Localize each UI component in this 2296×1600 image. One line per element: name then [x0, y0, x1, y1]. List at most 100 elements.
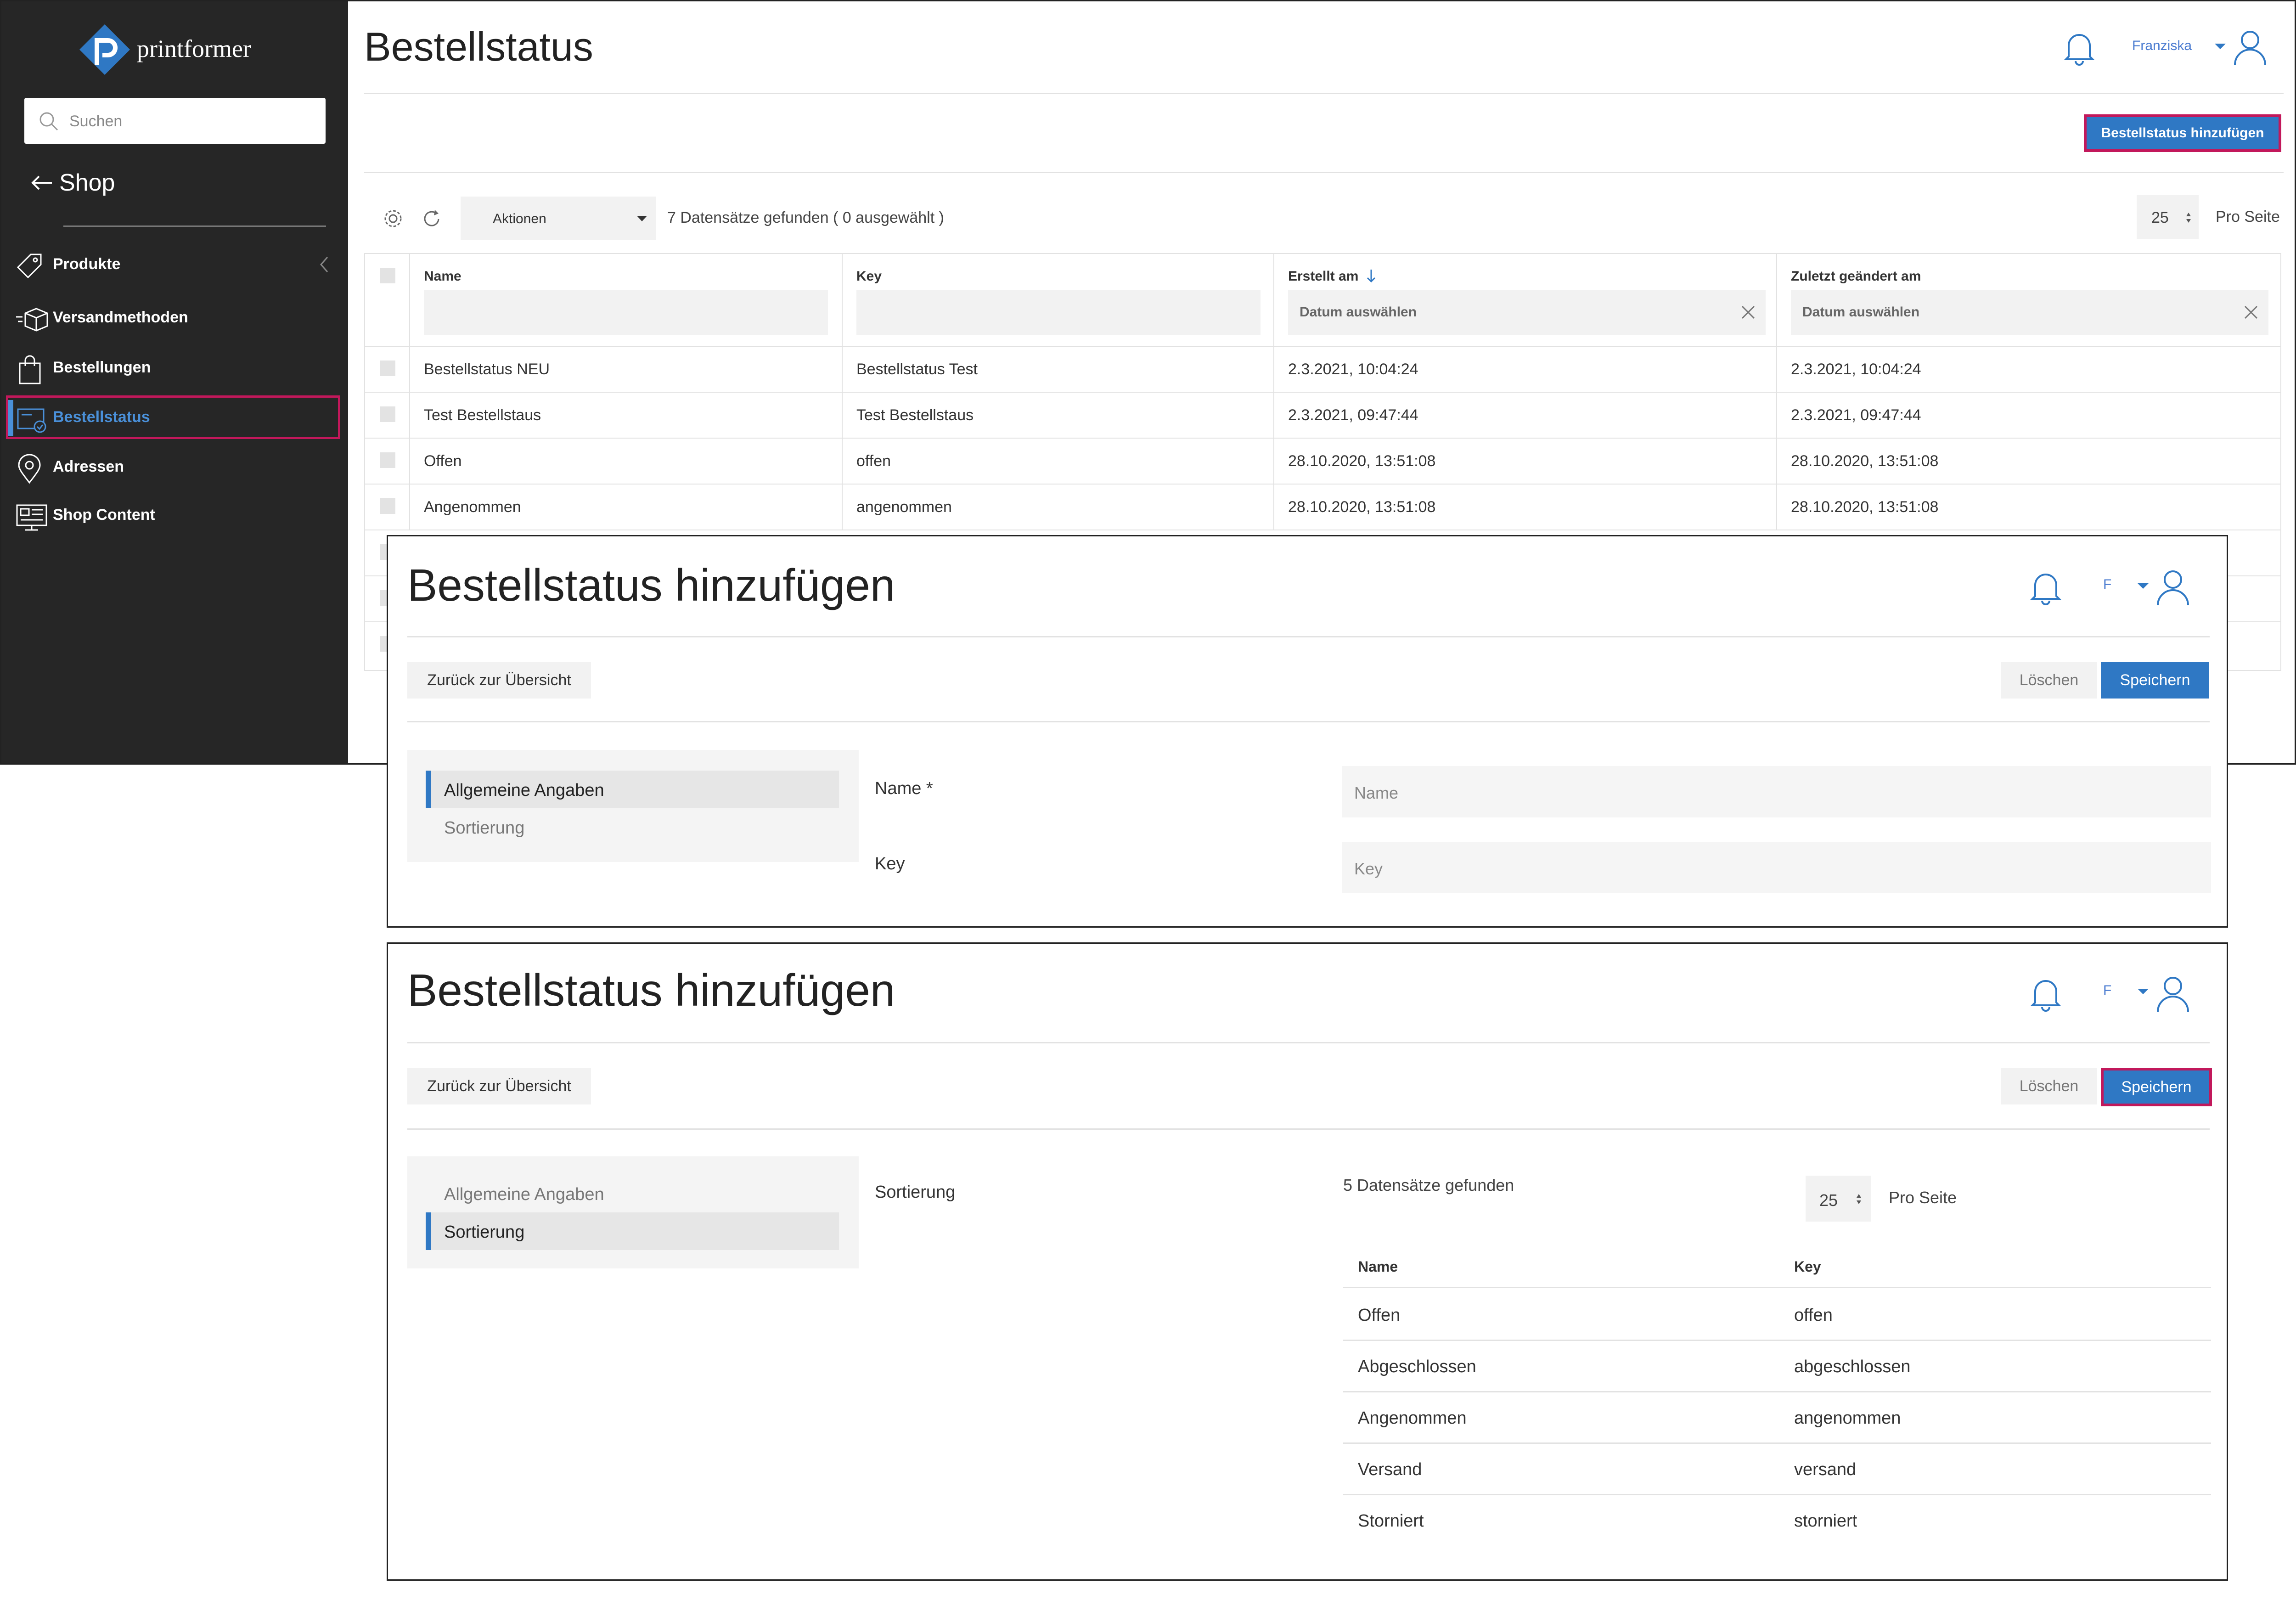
header-divider	[407, 636, 2210, 637]
created-date-filter[interactable]: Datum auswählen	[1288, 290, 1766, 335]
row-select-cell	[365, 347, 410, 392]
column-header-name: Name	[1358, 1258, 1398, 1275]
key-placeholder: Key	[1354, 859, 1383, 878]
name-input[interactable]: Name	[1342, 766, 2211, 817]
back-to-shop-label: Shop	[59, 169, 115, 196]
save-button[interactable]: Speichern	[2101, 662, 2209, 699]
user-initial[interactable]: F	[2103, 983, 2111, 998]
cell-text: 2.3.2021, 09:47:44	[1791, 406, 1921, 424]
section-tab-general[interactable]: Allgemeine Angaben	[426, 1175, 839, 1212]
back-to-shop-link[interactable]: Shop	[29, 169, 115, 197]
section-tab-sorting[interactable]: Sortierung	[426, 808, 839, 846]
bell-icon[interactable]	[2030, 975, 2062, 1012]
row-checkbox[interactable]	[380, 452, 395, 468]
column-header-key[interactable]: Key	[843, 254, 1274, 346]
section-tab-general[interactable]: Allgemeine Angaben	[426, 771, 839, 808]
bell-icon[interactable]	[2030, 569, 2062, 605]
sidebar-item-shop-content[interactable]: Shop Content	[1, 493, 348, 537]
back-to-overview-button[interactable]: Zurück zur Übersicht	[407, 1068, 591, 1104]
cell-modified: 28.10.2020, 13:51:08	[1777, 439, 2280, 484]
cell-key: versand	[1794, 1460, 1857, 1479]
column-label: Zuletzt geändert am	[1791, 269, 1921, 284]
cell-created: 28.10.2020, 13:51:08	[1274, 439, 1777, 484]
cell-text: Bestellstatus NEU	[424, 361, 550, 378]
row-checkbox[interactable]	[380, 498, 395, 514]
settings-gear-icon[interactable]	[382, 207, 405, 230]
table-row[interactable]: Storniert storniert	[1343, 1494, 2211, 1545]
table-row[interactable]: Test Bestellstaus Test Bestellstaus 2.3.…	[365, 392, 2280, 438]
per-page-value: 25	[1819, 1191, 1838, 1210]
modified-date-filter[interactable]: Datum auswählen	[1791, 290, 2268, 335]
row-select-cell	[365, 439, 410, 484]
date-placeholder: Datum auswählen	[1300, 304, 1417, 320]
key-filter-input[interactable]	[856, 290, 1261, 335]
row-checkbox[interactable]	[380, 361, 395, 376]
stepper-icon	[1857, 1194, 1861, 1204]
content-monitor-icon	[16, 504, 47, 531]
table-row[interactable]: Bestellstatus NEU Bestellstatus Test 2.3…	[365, 346, 2280, 392]
sidebar-item-label: Shop Content	[53, 506, 155, 524]
name-placeholder: Name	[1354, 783, 1399, 802]
location-pin-icon	[18, 454, 41, 484]
name-filter-input[interactable]	[424, 290, 828, 335]
table-row[interactable]: Angenommen angenommen	[1343, 1391, 2211, 1444]
user-initial[interactable]: F	[2103, 577, 2111, 592]
delete-button[interactable]: Löschen	[2001, 662, 2097, 699]
column-header-created[interactable]: Erstellt am Datum auswählen	[1274, 254, 1777, 346]
close-icon[interactable]	[1740, 304, 1756, 320]
section-tab-label: Allgemeine Angaben	[444, 781, 604, 800]
per-page-select[interactable]: 25	[1806, 1176, 1871, 1222]
tag-icon	[17, 254, 42, 279]
caret-down-icon[interactable]	[2214, 43, 2227, 50]
add-order-status-button[interactable]: Bestellstatus hinzufügen	[2084, 114, 2281, 152]
actions-dropdown[interactable]: Aktionen	[461, 197, 656, 240]
table-row[interactable]: Offen offen 28.10.2020, 13:51:08 28.10.2…	[365, 438, 2280, 484]
cell-text: 2.3.2021, 10:04:24	[1791, 361, 1921, 378]
per-page-value: 25	[2151, 209, 2169, 226]
column-header-name[interactable]: Name	[410, 254, 843, 346]
refresh-icon[interactable]	[420, 207, 443, 230]
save-button[interactable]: Speichern	[2101, 1068, 2212, 1106]
user-icon[interactable]	[2155, 975, 2191, 1013]
page-title: Bestellstatus hinzufügen	[407, 965, 895, 1015]
chevron-left-icon[interactable]	[318, 255, 329, 274]
cell-created: 2.3.2021, 10:04:24	[1274, 347, 1777, 392]
header-divider	[364, 93, 2284, 94]
user-icon[interactable]	[2232, 29, 2268, 66]
brand-name: printformer	[137, 35, 251, 62]
search-placeholder: Suchen	[69, 113, 123, 130]
back-to-overview-button[interactable]: Zurück zur Übersicht	[407, 662, 591, 699]
add-form-sorting-screenshot: Bestellstatus hinzufügen F Zurück zur Üb…	[387, 942, 2228, 1581]
toolbar-divider	[407, 1128, 2210, 1130]
sort-down-icon[interactable]	[1366, 269, 1376, 283]
row-select-cell	[365, 393, 410, 438]
row-checkbox[interactable]	[380, 406, 395, 422]
cell-key: offen	[843, 439, 1274, 484]
select-all-checkbox[interactable]	[380, 268, 395, 283]
table-row[interactable]: Abgeschlossen abgeschlossen	[1343, 1340, 2211, 1392]
caret-down-icon[interactable]	[2137, 582, 2150, 590]
column-header-key: Key	[1794, 1258, 1821, 1275]
user-name[interactable]: Franziska	[2132, 38, 2192, 54]
table-row[interactable]: Versand versand	[1343, 1442, 2211, 1495]
sidebar-item-produkte[interactable]: Produkte	[1, 242, 348, 287]
search-input[interactable]: Suchen	[24, 98, 326, 144]
close-icon[interactable]	[2243, 304, 2259, 320]
per-page-select[interactable]: 25	[2137, 195, 2199, 239]
table-row[interactable]: Offen offen	[1343, 1288, 2211, 1341]
delete-button[interactable]: Löschen	[2001, 1068, 2097, 1104]
records-count: 7 Datensätze gefunden ( 0 ausgewählt )	[667, 209, 944, 226]
page-title: Bestellstatus	[364, 24, 593, 69]
caret-down-icon[interactable]	[2137, 988, 2150, 995]
user-icon[interactable]	[2155, 569, 2191, 606]
table-row[interactable]: Angenommen angenommen 28.10.2020, 13:51:…	[365, 484, 2280, 530]
sidebar-item-bestellungen[interactable]: Bestellungen	[1, 346, 348, 390]
section-tab-sorting[interactable]: Sortierung	[426, 1212, 839, 1250]
key-input[interactable]: Key	[1342, 842, 2211, 893]
column-header-modified[interactable]: Zuletzt geändert am Datum auswählen	[1777, 254, 2280, 346]
cell-name: Offen	[1358, 1306, 1401, 1325]
sidebar-item-adressen[interactable]: Adressen	[1, 445, 348, 489]
cell-name: Abgeschlossen	[1358, 1357, 1476, 1376]
sidebar-item-versandmethoden[interactable]: Versandmethoden	[1, 296, 348, 340]
bell-icon[interactable]	[2063, 29, 2095, 66]
